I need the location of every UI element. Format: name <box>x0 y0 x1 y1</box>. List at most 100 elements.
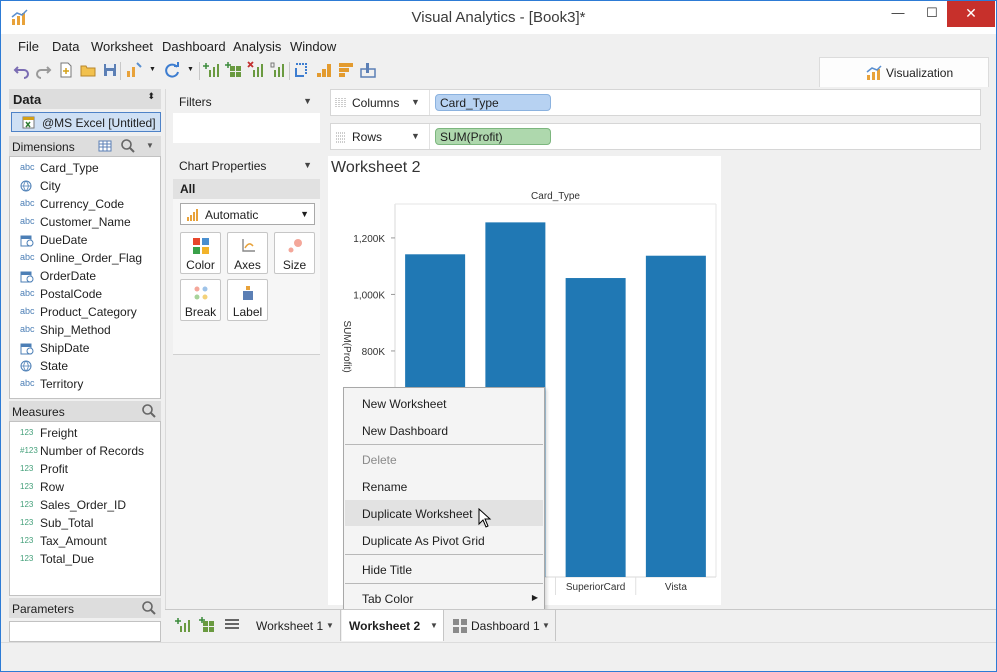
number-type-icon: 123 <box>20 500 34 509</box>
tab-label: Dashboard 1 <box>471 619 540 633</box>
menu-item-duplicate-worksheet[interactable]: Duplicate Worksheet <box>345 500 543 526</box>
menu-item-hide-title[interactable]: Hide Title <box>345 556 543 582</box>
filters-drop-zone[interactable] <box>173 113 320 143</box>
filters-menu[interactable]: ▼ <box>303 96 312 106</box>
minimize-button[interactable]: — <box>881 1 915 27</box>
rows-icon <box>336 132 346 143</box>
chart-properties-menu[interactable]: ▼ <box>303 160 312 170</box>
sort-ascending-icon[interactable] <box>315 61 333 79</box>
tab-menu[interactable]: ▼ <box>542 621 550 630</box>
all-marks-tab[interactable]: All <box>173 179 320 199</box>
filters-header: Filters ▼ <box>173 90 320 112</box>
dashboard-icon <box>453 619 467 633</box>
menu-item-label: New Worksheet <box>362 397 447 411</box>
menu-item-new-dashboard[interactable]: New Dashboard <box>345 417 543 443</box>
menu-item-duplicate-pivot-grid[interactable]: Duplicate As Pivot Grid <box>345 527 543 553</box>
columns-label: Columns <box>352 96 400 110</box>
dimension-field-name: City <box>40 179 61 193</box>
y-axis-label: SUM(Profit) <box>341 321 352 373</box>
search-icon[interactable] <box>141 600 157 616</box>
menu-file[interactable]: File <box>18 39 39 54</box>
app-window: Visual Analytics - [Book3]* — ☐ ✕ File D… <box>0 0 997 672</box>
mouse-cursor-icon <box>478 508 492 528</box>
calendar-icon <box>20 234 38 249</box>
add-chart-icon[interactable] <box>125 61 143 79</box>
new-dashboard-icon[interactable] <box>225 61 243 79</box>
break-button[interactable]: Break <box>180 279 221 321</box>
menu-analysis[interactable]: Analysis <box>233 39 281 54</box>
dimension-field-name: OrderDate <box>40 269 97 283</box>
menu-window[interactable]: Window <box>290 39 336 54</box>
maximize-button[interactable]: ☐ <box>915 1 949 27</box>
color-icon <box>193 238 209 254</box>
bar <box>565 278 626 577</box>
menu-data[interactable]: Data <box>52 39 79 54</box>
clear-sheet-icon[interactable] <box>247 61 265 79</box>
rows-pill[interactable]: SUM(Profit) <box>435 128 551 145</box>
menu-item-tab-color[interactable]: Tab Color ▶ <box>345 585 543 611</box>
sort-descending-icon[interactable] <box>337 61 355 79</box>
label-button[interactable]: Label <box>227 279 268 321</box>
save-icon[interactable] <box>101 61 119 79</box>
axes-button[interactable]: Axes <box>227 232 268 274</box>
columns-menu[interactable]: ▼ <box>411 97 420 107</box>
data-panel-menu[interactable]: ⬍ <box>147 91 155 102</box>
rows-label: Rows <box>352 130 383 144</box>
duplicate-sheet-icon[interactable] <box>269 61 287 79</box>
string-type-icon: abc <box>20 324 35 334</box>
tab-label: Worksheet 1 <box>256 619 324 633</box>
columns-pill[interactable]: Card_Type <box>435 94 551 111</box>
menu-item-label: Tab Color <box>362 592 414 606</box>
tab-dashboard-1[interactable]: Dashboard 1 ▼ <box>445 610 556 641</box>
tab-menu[interactable]: ▼ <box>430 621 438 630</box>
dimensions-menu[interactable]: ▼ <box>146 141 154 150</box>
chevron-down-icon: ▼ <box>300 209 309 219</box>
rows-shelf[interactable]: Rows ▼ SUM(Profit) <box>330 123 981 150</box>
menu-item-new-worksheet[interactable]: New Worksheet <box>345 390 543 416</box>
dimensions-title: Dimensions <box>12 140 75 154</box>
columns-shelf[interactable]: Columns ▼ Card_Type <box>330 89 981 116</box>
menu-dashboard[interactable]: Dashboard <box>162 39 226 54</box>
open-folder-icon[interactable] <box>79 61 97 79</box>
search-icon[interactable] <box>141 403 157 419</box>
new-worksheet-icon[interactable] <box>175 617 191 633</box>
dimension-field-name: DueDate <box>40 233 88 247</box>
string-type-icon: abc <box>20 252 35 262</box>
mark-type-select[interactable]: Automatic ▼ <box>180 203 315 225</box>
number-type-icon: 123 <box>20 428 34 437</box>
redo-icon[interactable] <box>34 61 52 79</box>
dimension-field-name: Territory <box>40 377 84 391</box>
rows-menu[interactable]: ▼ <box>411 131 420 141</box>
tab-worksheet-1[interactable]: Worksheet 1 ▼ <box>249 610 341 641</box>
measure-field-name: Sales_Order_ID <box>40 498 127 512</box>
menu-item-label: Duplicate Worksheet <box>362 507 473 521</box>
undo-icon[interactable] <box>13 61 31 79</box>
color-label: Color <box>186 258 215 272</box>
tab-menu[interactable]: ▼ <box>326 621 334 630</box>
measure-field-name: Number of Records <box>40 444 145 458</box>
add-chart-dropdown[interactable]: ▼ <box>149 66 156 73</box>
presentation-icon[interactable] <box>359 61 377 79</box>
title-bar: Visual Analytics - [Book3]* — ☐ ✕ <box>1 1 996 34</box>
visualization-tab[interactable]: Visualization <box>819 57 989 87</box>
close-button[interactable]: ✕ <box>947 1 995 27</box>
new-dashboard-icon[interactable] <box>199 617 215 633</box>
menu-worksheet[interactable]: Worksheet <box>91 39 153 54</box>
sheet-list-icon[interactable] <box>224 617 240 633</box>
table-view-icon[interactable] <box>98 139 112 153</box>
color-button[interactable]: Color <box>180 232 221 274</box>
menu-item-rename[interactable]: Rename <box>345 473 543 499</box>
mark-type-value: Automatic <box>205 208 259 222</box>
size-button[interactable]: Size <box>274 232 315 274</box>
new-worksheet-icon[interactable] <box>203 61 221 79</box>
search-icon[interactable] <box>120 138 136 154</box>
new-file-icon[interactable] <box>57 61 75 79</box>
refresh-icon[interactable] <box>163 61 181 79</box>
tab-worksheet-2[interactable]: Worksheet 2 ▼ <box>342 610 444 641</box>
refresh-dropdown[interactable]: ▼ <box>187 66 194 73</box>
y-tick-label: 1,200K <box>353 234 385 245</box>
menu-item-label: Delete <box>362 453 397 467</box>
datasource-item[interactable]: @MS Excel [Untitled] <box>11 112 161 132</box>
swap-axes-icon[interactable] <box>293 61 311 79</box>
label-label: Label <box>232 305 263 319</box>
